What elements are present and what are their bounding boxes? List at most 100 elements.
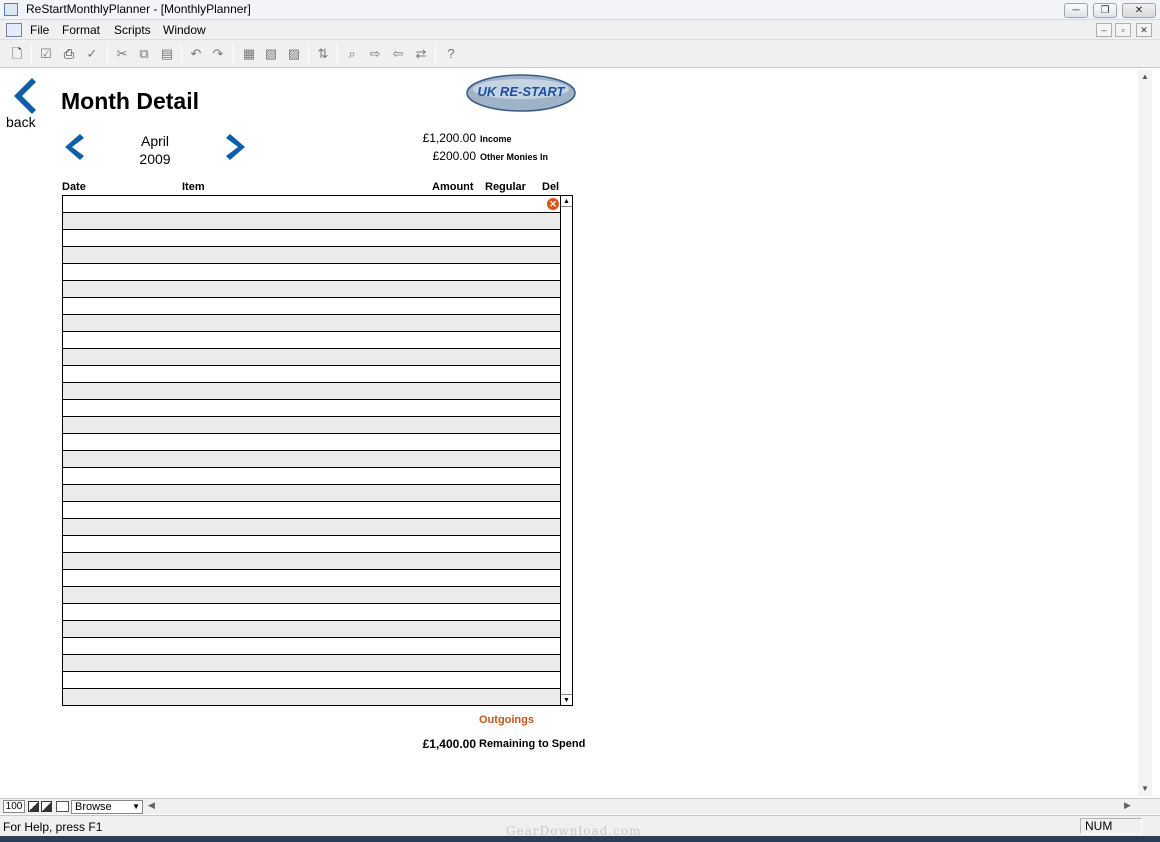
- mode-select[interactable]: Browse ▼: [71, 800, 143, 814]
- table-row[interactable]: [63, 247, 560, 264]
- table-row[interactable]: [63, 366, 560, 383]
- table-row[interactable]: [63, 672, 560, 689]
- table-row[interactable]: [63, 349, 560, 366]
- zoom-level[interactable]: 100: [3, 800, 25, 813]
- zoom-out-icon[interactable]: [28, 801, 39, 812]
- help-icon[interactable]: ?: [442, 45, 460, 63]
- month-name: April: [140, 133, 169, 149]
- check-icon[interactable]: ☑: [37, 45, 55, 63]
- table-row[interactable]: [63, 604, 560, 621]
- table-row[interactable]: [63, 332, 560, 349]
- table-row[interactable]: [63, 621, 560, 638]
- duplicate-record-icon[interactable]: ▧: [262, 45, 280, 63]
- toolbar-separator: [181, 44, 182, 64]
- back-button-label[interactable]: back: [6, 114, 36, 130]
- table-row[interactable]: [63, 536, 560, 553]
- new-document-icon[interactable]: 🗋: [8, 45, 26, 63]
- paste-icon[interactable]: ▤: [158, 45, 176, 63]
- portal-scroll-down-icon[interactable]: ▼: [561, 694, 572, 705]
- num-lock-indicator: NUM: [1080, 818, 1142, 834]
- uk-restart-logo: UK RE-START: [466, 74, 576, 112]
- mdi-minimize-button[interactable]: –: [1096, 23, 1112, 37]
- menu-file[interactable]: File: [30, 23, 49, 37]
- delete-row-icon[interactable]: ✕: [547, 198, 559, 210]
- undo-icon[interactable]: ↶: [187, 45, 205, 63]
- table-row[interactable]: [63, 689, 560, 705]
- scroll-up-icon[interactable]: ▲: [1141, 72, 1149, 81]
- menu-format[interactable]: Format: [62, 23, 100, 37]
- menu-bar: File Format Scripts Window – ▫ ✕: [0, 20, 1160, 40]
- table-row[interactable]: [63, 468, 560, 485]
- table-row[interactable]: [63, 298, 560, 315]
- table-row[interactable]: [63, 383, 560, 400]
- app-icon[interactable]: [4, 3, 18, 16]
- close-button[interactable]: ✕: [1122, 3, 1156, 18]
- outgoings-portal: ✕ ▲ ▼: [62, 195, 573, 706]
- table-row[interactable]: [63, 655, 560, 672]
- replace-icon[interactable]: ⇄: [412, 45, 430, 63]
- mdi-restore-button[interactable]: ▫: [1115, 23, 1131, 37]
- portal-scroll-up-icon[interactable]: ▲: [561, 196, 572, 207]
- remaining-label: Remaining to Spend: [479, 738, 586, 750]
- table-row[interactable]: [63, 519, 560, 536]
- toolbar-separator: [435, 44, 436, 64]
- toolbar-separator: [308, 44, 309, 64]
- delete-record-icon[interactable]: ▨: [285, 45, 303, 63]
- table-row[interactable]: [63, 502, 560, 519]
- toolbar-separator: [337, 44, 338, 64]
- next-month-icon[interactable]: [226, 133, 248, 161]
- menu-scripts[interactable]: Scripts: [114, 23, 151, 37]
- column-header-amount: Amount: [432, 181, 474, 193]
- table-row[interactable]: [63, 196, 560, 213]
- scroll-left-icon[interactable]: ◀: [148, 800, 155, 811]
- column-header-del: Del: [542, 181, 560, 193]
- find-next-icon[interactable]: ⇨: [366, 45, 384, 63]
- zoom-in-icon[interactable]: [41, 801, 52, 812]
- menu-window[interactable]: Window: [163, 23, 206, 37]
- table-row[interactable]: [63, 434, 560, 451]
- portal-scrollbar[interactable]: ▲ ▼: [560, 196, 572, 705]
- restore-button[interactable]: ❐: [1093, 3, 1117, 18]
- page-title: Month Detail: [61, 88, 199, 114]
- mode-bar: 100 Browse ▼ ◀ ▶: [0, 798, 1160, 814]
- outgoings-label: Outgoings: [479, 714, 534, 726]
- table-row[interactable]: [63, 264, 560, 281]
- document-icon[interactable]: [6, 23, 22, 37]
- table-row[interactable]: [63, 553, 560, 570]
- find-previous-icon[interactable]: ⇦: [389, 45, 407, 63]
- scroll-down-icon[interactable]: ▼: [1141, 784, 1149, 793]
- table-row[interactable]: [63, 417, 560, 434]
- status-help-text: For Help, press F1: [3, 820, 103, 834]
- print-icon[interactable]: ⎙: [60, 45, 78, 63]
- table-row[interactable]: [63, 587, 560, 604]
- table-row[interactable]: [63, 230, 560, 247]
- toolbar-separator: [107, 44, 108, 64]
- copy-icon[interactable]: ⧉: [135, 45, 153, 63]
- table-row[interactable]: [63, 315, 560, 332]
- window-title: ReStartMonthlyPlanner - [MonthlyPlanner]: [26, 2, 251, 16]
- table-row[interactable]: [63, 213, 560, 230]
- document-vertical-scrollbar[interactable]: ▲ ▼: [1138, 70, 1152, 796]
- remaining-amount: £1,400.00: [422, 737, 476, 751]
- mdi-close-button[interactable]: ✕: [1136, 23, 1152, 37]
- redo-icon[interactable]: ↷: [209, 45, 227, 63]
- table-row[interactable]: [63, 451, 560, 468]
- table-row[interactable]: [63, 485, 560, 502]
- back-chevron-icon[interactable]: [10, 76, 36, 116]
- cut-icon[interactable]: ✂: [113, 45, 131, 63]
- table-row[interactable]: [63, 400, 560, 417]
- column-header-regular: Regular: [485, 181, 526, 193]
- table-row[interactable]: [63, 638, 560, 655]
- toolbar-separator: [31, 44, 32, 64]
- minimize-button[interactable]: ─: [1064, 3, 1088, 18]
- sort-icon[interactable]: ⇅: [314, 45, 332, 63]
- previous-month-icon[interactable]: [62, 133, 84, 161]
- table-row[interactable]: [63, 281, 560, 298]
- scroll-right-icon[interactable]: ▶: [1124, 800, 1131, 811]
- portal-rows: [63, 196, 560, 705]
- table-row[interactable]: [63, 570, 560, 587]
- new-record-icon[interactable]: ▦: [240, 45, 258, 63]
- spellcheck-icon[interactable]: ✓: [83, 45, 101, 63]
- find-icon[interactable]: ⌕: [343, 45, 361, 63]
- status-area-toggle-icon[interactable]: [56, 801, 69, 812]
